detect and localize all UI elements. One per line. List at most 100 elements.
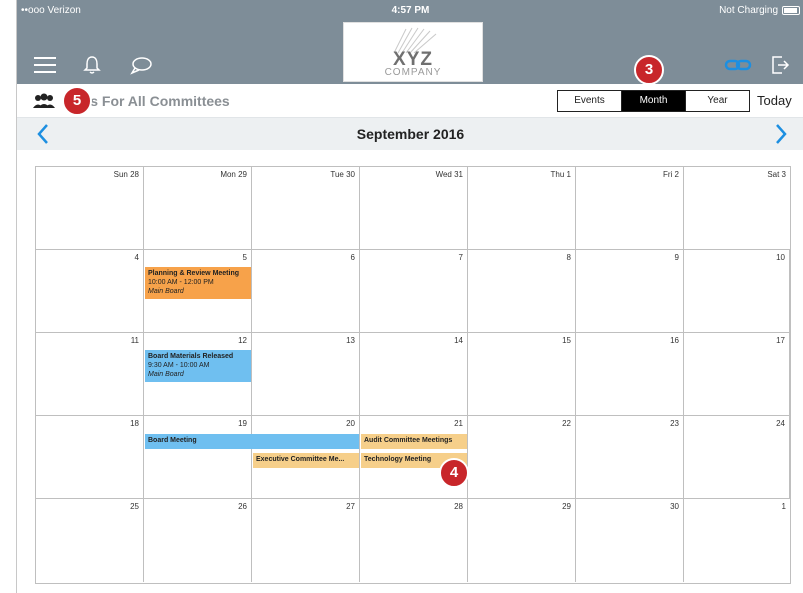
- day-label: 29: [562, 502, 571, 511]
- day-label: 30: [670, 502, 679, 511]
- month-calendar-grid: Sun 28 Mon 29 Tue 30 Wed 31 Thu 1 Fri 2 …: [35, 166, 791, 584]
- calendar-day-cell[interactable]: 13: [252, 333, 360, 415]
- day-label: 10: [776, 253, 785, 262]
- calendar-day-cell[interactable]: 24: [684, 416, 790, 498]
- calendar-day-cell[interactable]: Sat 3: [684, 167, 790, 249]
- calendar-day-cell[interactable]: 1: [684, 499, 790, 582]
- status-bar: ••ooo Verizon 4:57 PM Not Charging: [17, 0, 803, 22]
- calendar-day-cell[interactable]: Tue 30: [252, 167, 360, 249]
- annotation-badge-5: 5: [62, 86, 92, 116]
- day-label: 1: [781, 502, 786, 511]
- battery-status: Not Charging: [719, 5, 778, 16]
- day-label: 26: [238, 502, 247, 511]
- day-label: 17: [776, 336, 785, 345]
- calendar-day-cell[interactable]: 22: [468, 416, 576, 498]
- day-label: 12: [238, 336, 247, 345]
- tab-events[interactable]: Events: [558, 91, 622, 111]
- day-label: 16: [670, 336, 679, 345]
- day-label: 22: [562, 419, 571, 428]
- calendar-day-cell[interactable]: 4: [36, 250, 144, 332]
- calendar-day-cell[interactable]: 27: [252, 499, 360, 582]
- calendar-day-cell[interactable]: 26: [144, 499, 252, 582]
- calendar-day-cell[interactable]: 11: [36, 333, 144, 415]
- day-label: Tue 30: [330, 170, 355, 179]
- today-button[interactable]: Today: [757, 93, 792, 108]
- view-segmented-control: Events Month Year: [557, 90, 750, 112]
- tab-year[interactable]: Year: [686, 91, 749, 111]
- day-label: 21: [454, 419, 463, 428]
- logout-icon[interactable]: [770, 54, 790, 76]
- calendar-day-cell[interactable]: Sun 28: [36, 167, 144, 249]
- calendar-day-cell[interactable]: 18: [36, 416, 144, 498]
- calendar-day-cell[interactable]: 28: [360, 499, 468, 582]
- chat-icon[interactable]: [129, 55, 153, 75]
- day-label: 20: [346, 419, 355, 428]
- event-title: Audit Committee Meetings: [364, 437, 453, 444]
- day-label: 9: [674, 253, 679, 262]
- day-label: 7: [458, 253, 463, 262]
- calendar-week: 4 5 6 7 8 9 10 Planning & Review Meeting…: [36, 250, 790, 333]
- link-icon[interactable]: [724, 56, 752, 74]
- calendar-day-cell[interactable]: 25: [36, 499, 144, 582]
- page-title: nts For All Committees: [77, 93, 230, 109]
- day-label: 18: [130, 419, 139, 428]
- calendar-event[interactable]: Board Meeting: [145, 434, 359, 449]
- calendar-day-cell[interactable]: Thu 1: [468, 167, 576, 249]
- day-label: Sun 28: [113, 170, 139, 179]
- calendar-day-cell[interactable]: 30: [576, 499, 684, 582]
- day-label: 28: [454, 502, 463, 511]
- calendar-week: 18 19 20 21 22 23 24 Board Meeting Audit…: [36, 416, 790, 499]
- calendar-event[interactable]: Executive Committee Me...: [253, 453, 359, 468]
- day-label: 27: [346, 502, 355, 511]
- calendar-event[interactable]: Audit Committee Meetings: [361, 434, 467, 449]
- calendar-day-cell[interactable]: 17: [684, 333, 790, 415]
- calendar-day-cell[interactable]: Wed 31: [360, 167, 468, 249]
- calendar-day-cell[interactable]: 7: [360, 250, 468, 332]
- day-label: 19: [238, 419, 247, 428]
- day-label: 14: [454, 336, 463, 345]
- next-month-icon[interactable]: [773, 122, 789, 146]
- calendar-day-cell[interactable]: 15: [468, 333, 576, 415]
- month-navigation: September 2016: [17, 118, 803, 150]
- battery-icon: [782, 6, 800, 15]
- event-location: Main Board: [148, 371, 184, 378]
- event-title: Board Meeting: [148, 437, 197, 444]
- calendar-day-cell[interactable]: 9: [576, 250, 684, 332]
- calendar-day-cell[interactable]: 23: [576, 416, 684, 498]
- day-label: Mon 29: [220, 170, 247, 179]
- calendar-day-cell[interactable]: 29: [468, 499, 576, 582]
- bell-icon[interactable]: [83, 55, 101, 75]
- calendar-event[interactable]: Board Materials Released 9:30 AM - 10:00…: [145, 350, 251, 382]
- calendar-day-cell[interactable]: 8: [468, 250, 576, 332]
- calendar-day-cell[interactable]: 16: [576, 333, 684, 415]
- calendar-day-cell[interactable]: 14: [360, 333, 468, 415]
- day-label: Thu 1: [550, 170, 571, 179]
- calendar-week: Sun 28 Mon 29 Tue 30 Wed 31 Thu 1 Fri 2 …: [36, 167, 790, 250]
- tab-month[interactable]: Month: [622, 91, 686, 111]
- hamburger-menu-icon[interactable]: [34, 57, 56, 73]
- calendar-day-cell[interactable]: Fri 2: [576, 167, 684, 249]
- calendar-event[interactable]: Planning & Review Meeting 10:00 AM - 12:…: [145, 267, 251, 299]
- event-time: 9:30 AM - 10:00 AM: [148, 362, 210, 369]
- annotation-badge-3: 3: [634, 55, 664, 85]
- annotation-badge-4: 4: [439, 458, 469, 488]
- logo-subtext: COMPANY: [384, 67, 442, 78]
- event-title: Executive Committee Me...: [256, 456, 345, 463]
- calendar-day-cell[interactable]: Mon 29: [144, 167, 252, 249]
- day-label: Fri 2: [663, 170, 679, 179]
- day-label: 23: [670, 419, 679, 428]
- calendar-day-cell[interactable]: 19: [144, 416, 252, 498]
- day-label: 25: [130, 502, 139, 511]
- event-location: Main Board: [148, 288, 184, 295]
- day-label: Sat 3: [767, 170, 786, 179]
- day-label: 11: [130, 336, 139, 345]
- day-label: 5: [242, 253, 247, 262]
- calendar-day-cell[interactable]: 6: [252, 250, 360, 332]
- calendar-week: 11 12 13 14 15 16 17 Board Materials Rel…: [36, 333, 790, 416]
- event-title: Board Materials Released: [148, 353, 234, 360]
- app-frame: ••ooo Verizon 4:57 PM Not Charging XYZ C…: [16, 0, 803, 593]
- month-title: September 2016: [356, 126, 465, 142]
- day-label: 13: [346, 336, 355, 345]
- calendar-week: 25 26 27 28 29 30 1: [36, 499, 790, 582]
- calendar-day-cell[interactable]: 10: [684, 250, 790, 332]
